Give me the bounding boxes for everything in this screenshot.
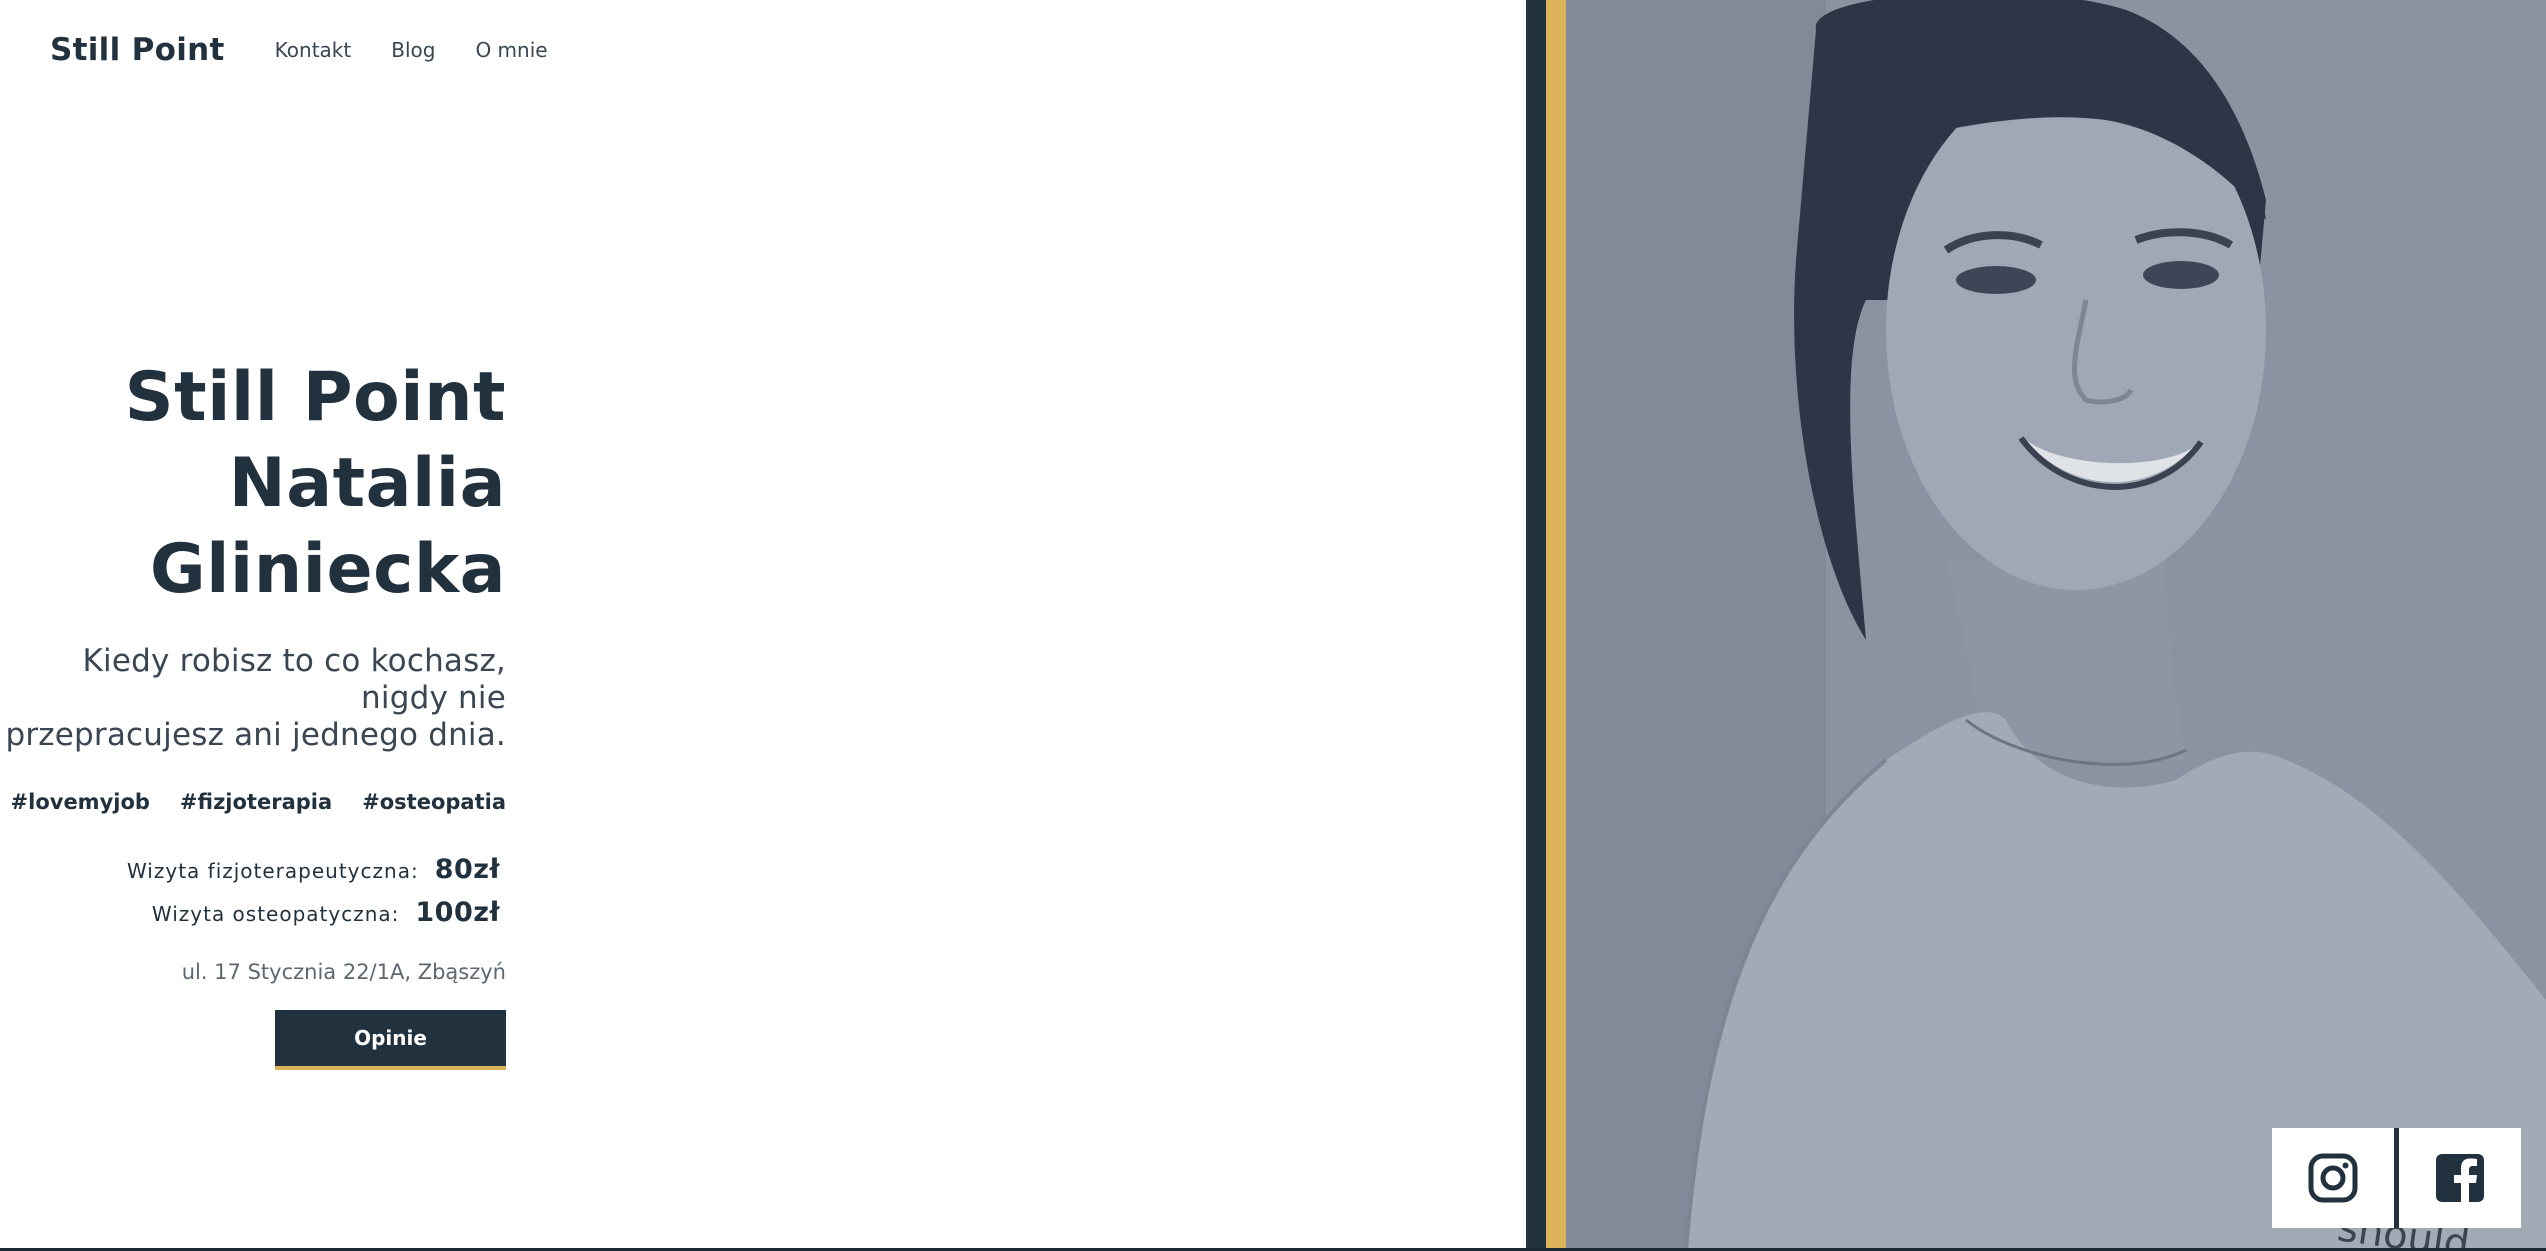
hero-section: Still Point Natalia Gliniecka Kiedy robi… bbox=[0, 355, 506, 1070]
price-value: 80zł bbox=[434, 854, 500, 885]
instagram-link[interactable] bbox=[2272, 1128, 2394, 1228]
opinie-button[interactable]: Opinie bbox=[275, 1010, 506, 1070]
price-row-physio: Wizyta fizjoterapeutyczna: 80zł bbox=[0, 854, 506, 897]
price-value: 100zł bbox=[415, 897, 500, 928]
hashtag-fizjoterapia[interactable]: #fizjoterapia bbox=[180, 790, 332, 814]
portrait-photo: To should bbox=[1566, 0, 2546, 1251]
price-label: Wizyta osteopatyczna: bbox=[151, 902, 400, 926]
tagline-line-1: Kiedy robisz to co kochasz, nigdy nie bbox=[82, 643, 506, 716]
instagram-icon bbox=[2308, 1153, 2358, 1203]
price-list: Wizyta fizjoterapeutyczna: 80zł Wizyta o… bbox=[0, 854, 506, 940]
divider-navy-bar bbox=[1526, 0, 1546, 1251]
nav-link-o-mnie[interactable]: O mnie bbox=[475, 38, 547, 62]
top-navigation: Still Point Kontakt Blog O mnie bbox=[50, 30, 588, 70]
facebook-icon bbox=[2436, 1154, 2484, 1202]
address-text: ul. 17 Stycznia 22/1A, Zbąszyń bbox=[181, 960, 506, 984]
hero-title: Still Point Natalia Gliniecka bbox=[0, 355, 506, 613]
hashtag-osteopatia[interactable]: #osteopatia bbox=[362, 790, 506, 814]
hero-title-line-2: Natalia Gliniecka bbox=[149, 444, 506, 609]
nav-link-blog[interactable]: Blog bbox=[391, 38, 435, 62]
nav-link-kontakt[interactable]: Kontakt bbox=[275, 38, 352, 62]
hero-tagline: Kiedy robisz to co kochasz, nigdy nie pr… bbox=[0, 643, 506, 754]
brand-logo-link[interactable]: Still Point bbox=[50, 32, 225, 68]
social-links bbox=[2272, 1128, 2521, 1228]
hashtag-lovemyjob[interactable]: #lovemyjob bbox=[11, 790, 150, 814]
price-row-osteo: Wizyta osteopatyczna: 100zł bbox=[0, 897, 506, 940]
portrait-photo-panel: To should bbox=[1566, 0, 2546, 1251]
hero-title-line-1: Still Point bbox=[124, 358, 506, 437]
tagline-line-2: przepracujesz ani jednego dnia. bbox=[5, 717, 506, 753]
left-panel: Still Point Kontakt Blog O mnie Still Po… bbox=[0, 0, 1526, 1251]
divider-gold-bar bbox=[1546, 0, 1566, 1251]
facebook-link[interactable] bbox=[2399, 1128, 2521, 1228]
price-label: Wizyta fizjoterapeutyczna: bbox=[126, 859, 419, 883]
button-row: Opinie bbox=[0, 1010, 506, 1070]
hashtag-list: #lovemyjob #fizjoterapia #osteopatia bbox=[0, 790, 506, 814]
